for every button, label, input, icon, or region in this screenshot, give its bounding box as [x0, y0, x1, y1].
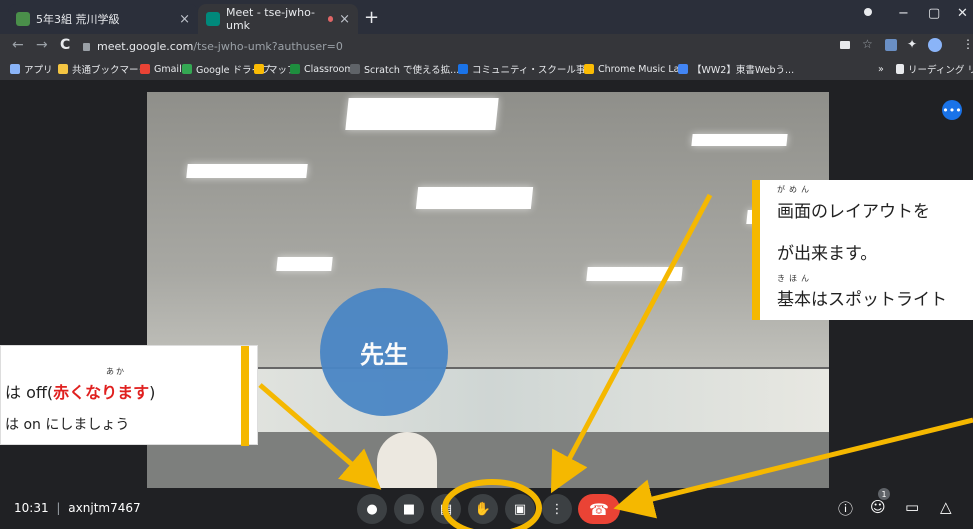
- note-text: は off(: [5, 383, 54, 402]
- bookmarks-overflow-button[interactable]: »: [878, 61, 884, 77]
- bookmark-scratch[interactable]: Scratch で使える拡...: [350, 61, 459, 77]
- people-icon[interactable]: ☺: [870, 498, 886, 516]
- raise-hand-button[interactable]: ✋: [468, 494, 498, 524]
- bookmark-music-lab[interactable]: Chrome Music Lab: [584, 61, 685, 77]
- note-text: ): [149, 383, 156, 402]
- tab-label: Meet - tse-jwho-umk: [226, 6, 316, 32]
- left-note-line2: は on にしましょう: [5, 417, 130, 433]
- meeting-details-icon[interactable]: ⓘ: [838, 498, 853, 519]
- bookmark-apps[interactable]: アプリ: [10, 61, 53, 77]
- teacher-circle-label: 先生: [320, 288, 448, 416]
- bookmark-label: コミュニティ・スクール事...: [472, 65, 595, 76]
- microphone-button[interactable]: ●: [357, 494, 387, 524]
- bookmark-label: 共通ブックマーク: [72, 65, 149, 76]
- menu-icon[interactable]: ⋮: [962, 37, 973, 51]
- bookmark-label: 【WW2】東書Webう...: [692, 65, 795, 76]
- bookmark-tosho[interactable]: 【WW2】東書Webう...: [678, 61, 794, 77]
- back-button[interactable]: ←: [12, 37, 24, 53]
- captions-icon: ▤: [439, 501, 453, 517]
- bookmark-classroom[interactable]: Classroom: [290, 61, 354, 77]
- meet-favicon-icon: [206, 12, 220, 26]
- avatar[interactable]: [928, 38, 942, 52]
- url-host: meet.google.com: [97, 40, 194, 53]
- right-note-line1: 画面のレイアウトを: [777, 202, 930, 222]
- bookmark-shared[interactable]: 共通ブックマーク: [58, 61, 148, 77]
- new-tab-button[interactable]: +: [364, 7, 379, 28]
- present-screen-button[interactable]: ▣: [505, 494, 535, 524]
- profile-dot-icon[interactable]: [864, 8, 872, 16]
- chat-icon[interactable]: ▭: [905, 498, 919, 516]
- recording-dot-icon: [327, 16, 334, 22]
- end-call-button[interactable]: ☎: [578, 494, 620, 524]
- participant-count-badge: 1: [878, 488, 890, 500]
- maximize-button[interactable]: ▢: [928, 6, 940, 21]
- more-options-icon[interactable]: •••: [942, 100, 962, 120]
- bookmark-label: Chrome Music Lab: [598, 63, 686, 75]
- close-icon[interactable]: ×: [179, 12, 190, 27]
- hang-up-icon: ☎: [589, 499, 609, 519]
- tab-label: 5年3組 荒川学級: [36, 13, 120, 26]
- reading-list-button[interactable]: リーディング リスト: [896, 61, 973, 77]
- bookmark-label: Scratch で使える拡...: [364, 65, 460, 76]
- clock-time: 10:31: [14, 501, 49, 515]
- url-input[interactable]: meet.google.com/tse-jwho-umk?authuser=0: [83, 38, 813, 55]
- activities-icon[interactable]: △: [940, 498, 952, 516]
- ruby-kihon: きほん: [777, 274, 813, 283]
- site-favicon-icon: [16, 12, 30, 26]
- bookmark-label: Classroom: [304, 63, 354, 75]
- right-note-line2: が出来ます。: [777, 244, 878, 264]
- right-note-line3: 基本はスポットライト: [777, 290, 947, 310]
- bookmark-star-icon[interactable]: ☆: [862, 37, 873, 51]
- right-callout: がめん 画面のレイアウトを が出来ます。 きほん 基本はスポットライト: [752, 180, 973, 320]
- note-highlight: 赤くなります: [53, 383, 150, 402]
- extension-icon[interactable]: [885, 39, 897, 51]
- minimize-button[interactable]: −: [898, 6, 909, 21]
- bookmark-label: Gmail: [154, 63, 182, 75]
- camera-button[interactable]: ■: [394, 494, 424, 524]
- forward-button[interactable]: →: [36, 37, 48, 53]
- microphone-icon: ●: [366, 501, 378, 517]
- tab-class-site[interactable]: 5年3組 荒川学級 ×: [8, 4, 198, 34]
- puzzle-icon[interactable]: ✦: [907, 37, 917, 51]
- camera-icon: ■: [402, 501, 416, 517]
- meeting-info: 10:31 | axnjtm7467: [14, 501, 141, 515]
- separator: |: [56, 501, 61, 515]
- close-window-button[interactable]: ✕: [957, 6, 968, 21]
- close-icon[interactable]: ×: [339, 12, 350, 27]
- url-path: /tse-jwho-umk?authuser=0: [193, 40, 343, 53]
- bookmark-community[interactable]: コミュニティ・スクール事...: [458, 61, 595, 77]
- captions-button[interactable]: ▤: [431, 494, 461, 524]
- bookmark-gmail[interactable]: Gmail: [140, 61, 182, 77]
- bookmark-label: リーディング リスト: [908, 65, 973, 76]
- meeting-code: axnjtm7467: [68, 501, 141, 515]
- callout-accent-bar: [241, 346, 249, 446]
- callout-accent-bar: [752, 180, 760, 320]
- present-icon: ▣: [513, 501, 527, 517]
- lock-icon: [83, 42, 90, 51]
- left-callout: あか は off(赤くなります) は on にしましょう: [0, 345, 258, 446]
- tab-meet[interactable]: Meet - tse-jwho-umk ×: [198, 4, 358, 34]
- kebab-menu-icon: ⋮: [550, 501, 564, 517]
- reload-button[interactable]: C: [60, 37, 70, 53]
- bookmark-label: アプリ: [24, 65, 53, 76]
- hand-icon: ✋: [474, 501, 492, 517]
- camera-indicator-icon[interactable]: [840, 41, 850, 49]
- left-note-line1: は off(赤くなります): [5, 379, 155, 403]
- ruby-aka: あか: [106, 367, 126, 376]
- ruby-gamen: がめん: [777, 185, 813, 194]
- more-actions-button[interactable]: ⋮: [542, 494, 572, 524]
